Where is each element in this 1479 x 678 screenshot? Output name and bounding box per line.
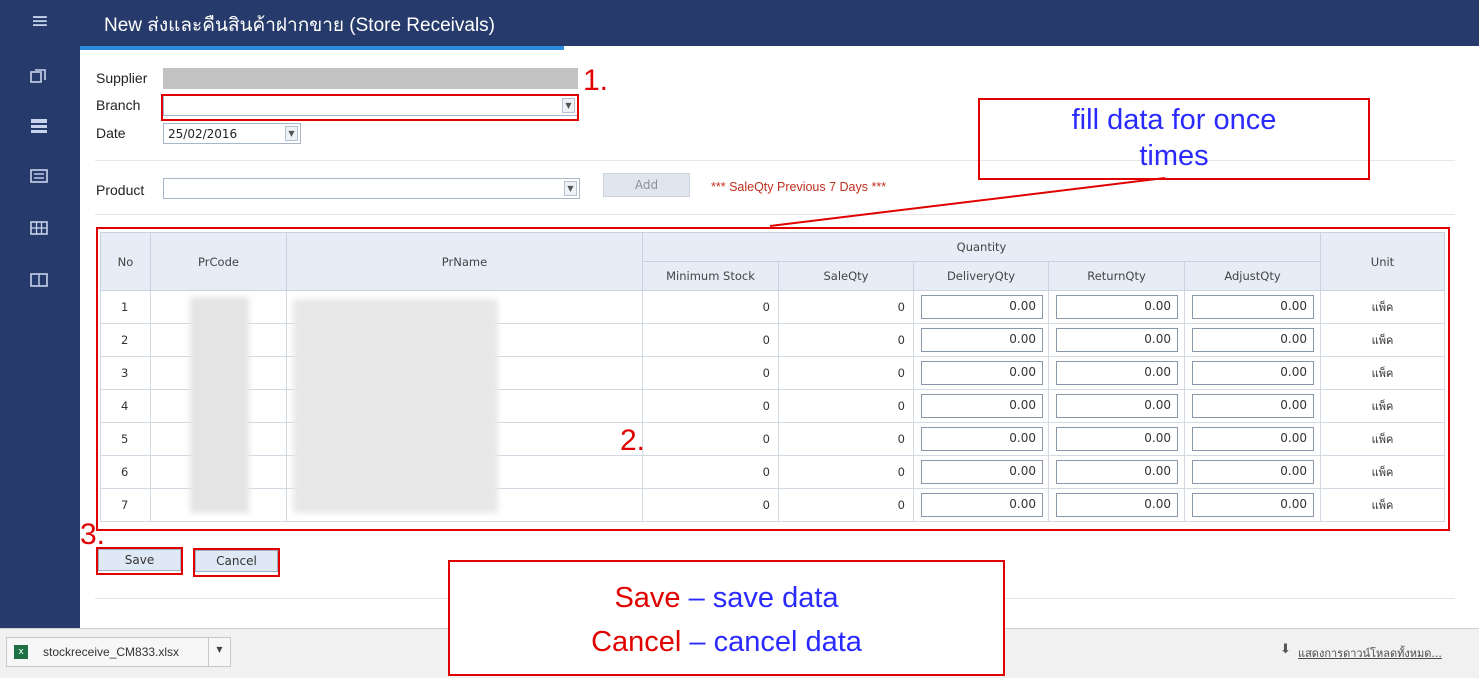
annotation-fill-line2: times <box>1139 140 1209 172</box>
sidebar: ≡ <box>0 0 80 628</box>
annotation-save-line: Save – save data <box>450 582 1003 615</box>
product-select[interactable]: ▼ <box>163 178 580 199</box>
add-button[interactable]: Add <box>603 173 690 197</box>
list-icon[interactable] <box>28 116 50 136</box>
supplier-label: Supplier <box>96 70 148 86</box>
card-icon[interactable] <box>28 166 50 186</box>
page-header: New ส่งและคืนสินค้าฝากขาย (Store Receiva… <box>80 0 1479 46</box>
annotation-save-word: Save <box>614 582 681 614</box>
date-value: 25/02/2016 <box>168 127 238 141</box>
annotation-fill-line1: fill data for once <box>1071 104 1277 136</box>
annotation-branch-box <box>161 94 579 121</box>
annotation-cancel-word: Cancel <box>591 626 682 658</box>
page-title: New ส่งและคืนสินค้าฝากขาย (Store Receiva… <box>104 15 496 36</box>
annotation-cancel-line: Cancel – cancel data <box>450 626 1003 659</box>
annotation-fill-box: fill data for once times <box>978 98 1370 180</box>
annotation-cancel-box <box>193 548 280 577</box>
annotation-cancel-desc: – cancel data <box>681 626 862 658</box>
annotation-save-box <box>96 547 183 575</box>
download-filename: stockreceive_CM833.xlsx <box>43 645 180 659</box>
divider <box>95 214 1455 215</box>
annotation-save-desc: – save data <box>680 582 839 614</box>
annotation-table-box <box>96 227 1450 531</box>
supplier-field <box>163 68 578 89</box>
annotation-legend-box: Save – save data Cancel – cancel data <box>448 560 1005 676</box>
excel-file-icon: x <box>14 645 28 659</box>
chevron-down-icon[interactable]: ▼ <box>208 638 230 666</box>
show-all-downloads-link[interactable]: แสดงการดาวน์โหลดทั้งหมด... <box>1298 644 1442 662</box>
download-item[interactable]: x stockreceive_CM833.xlsx ▼ <box>6 637 231 667</box>
annotation-number-2: 2. <box>620 424 646 457</box>
date-label: Date <box>96 125 126 141</box>
copy-icon[interactable] <box>28 66 50 86</box>
app-window: ≡ New ส่งและคืนสินค้าฝากขาย (Store Recei… <box>0 0 1479 678</box>
saleqty-note: *** SaleQty Previous 7 Days *** <box>711 180 887 194</box>
menu-icon[interactable]: ≡ <box>0 0 80 46</box>
annotation-number-1: 1. <box>583 64 609 97</box>
branch-label: Branch <box>96 97 141 113</box>
grid-icon[interactable] <box>28 218 50 238</box>
chevron-down-icon[interactable]: ▼ <box>285 126 298 141</box>
product-label: Product <box>96 182 145 198</box>
chevron-down-icon[interactable]: ▼ <box>564 181 577 196</box>
date-field[interactable]: 25/02/2016 ▼ <box>163 123 301 144</box>
download-icon: ⬇ <box>1280 642 1291 657</box>
columns-icon[interactable] <box>28 270 50 290</box>
